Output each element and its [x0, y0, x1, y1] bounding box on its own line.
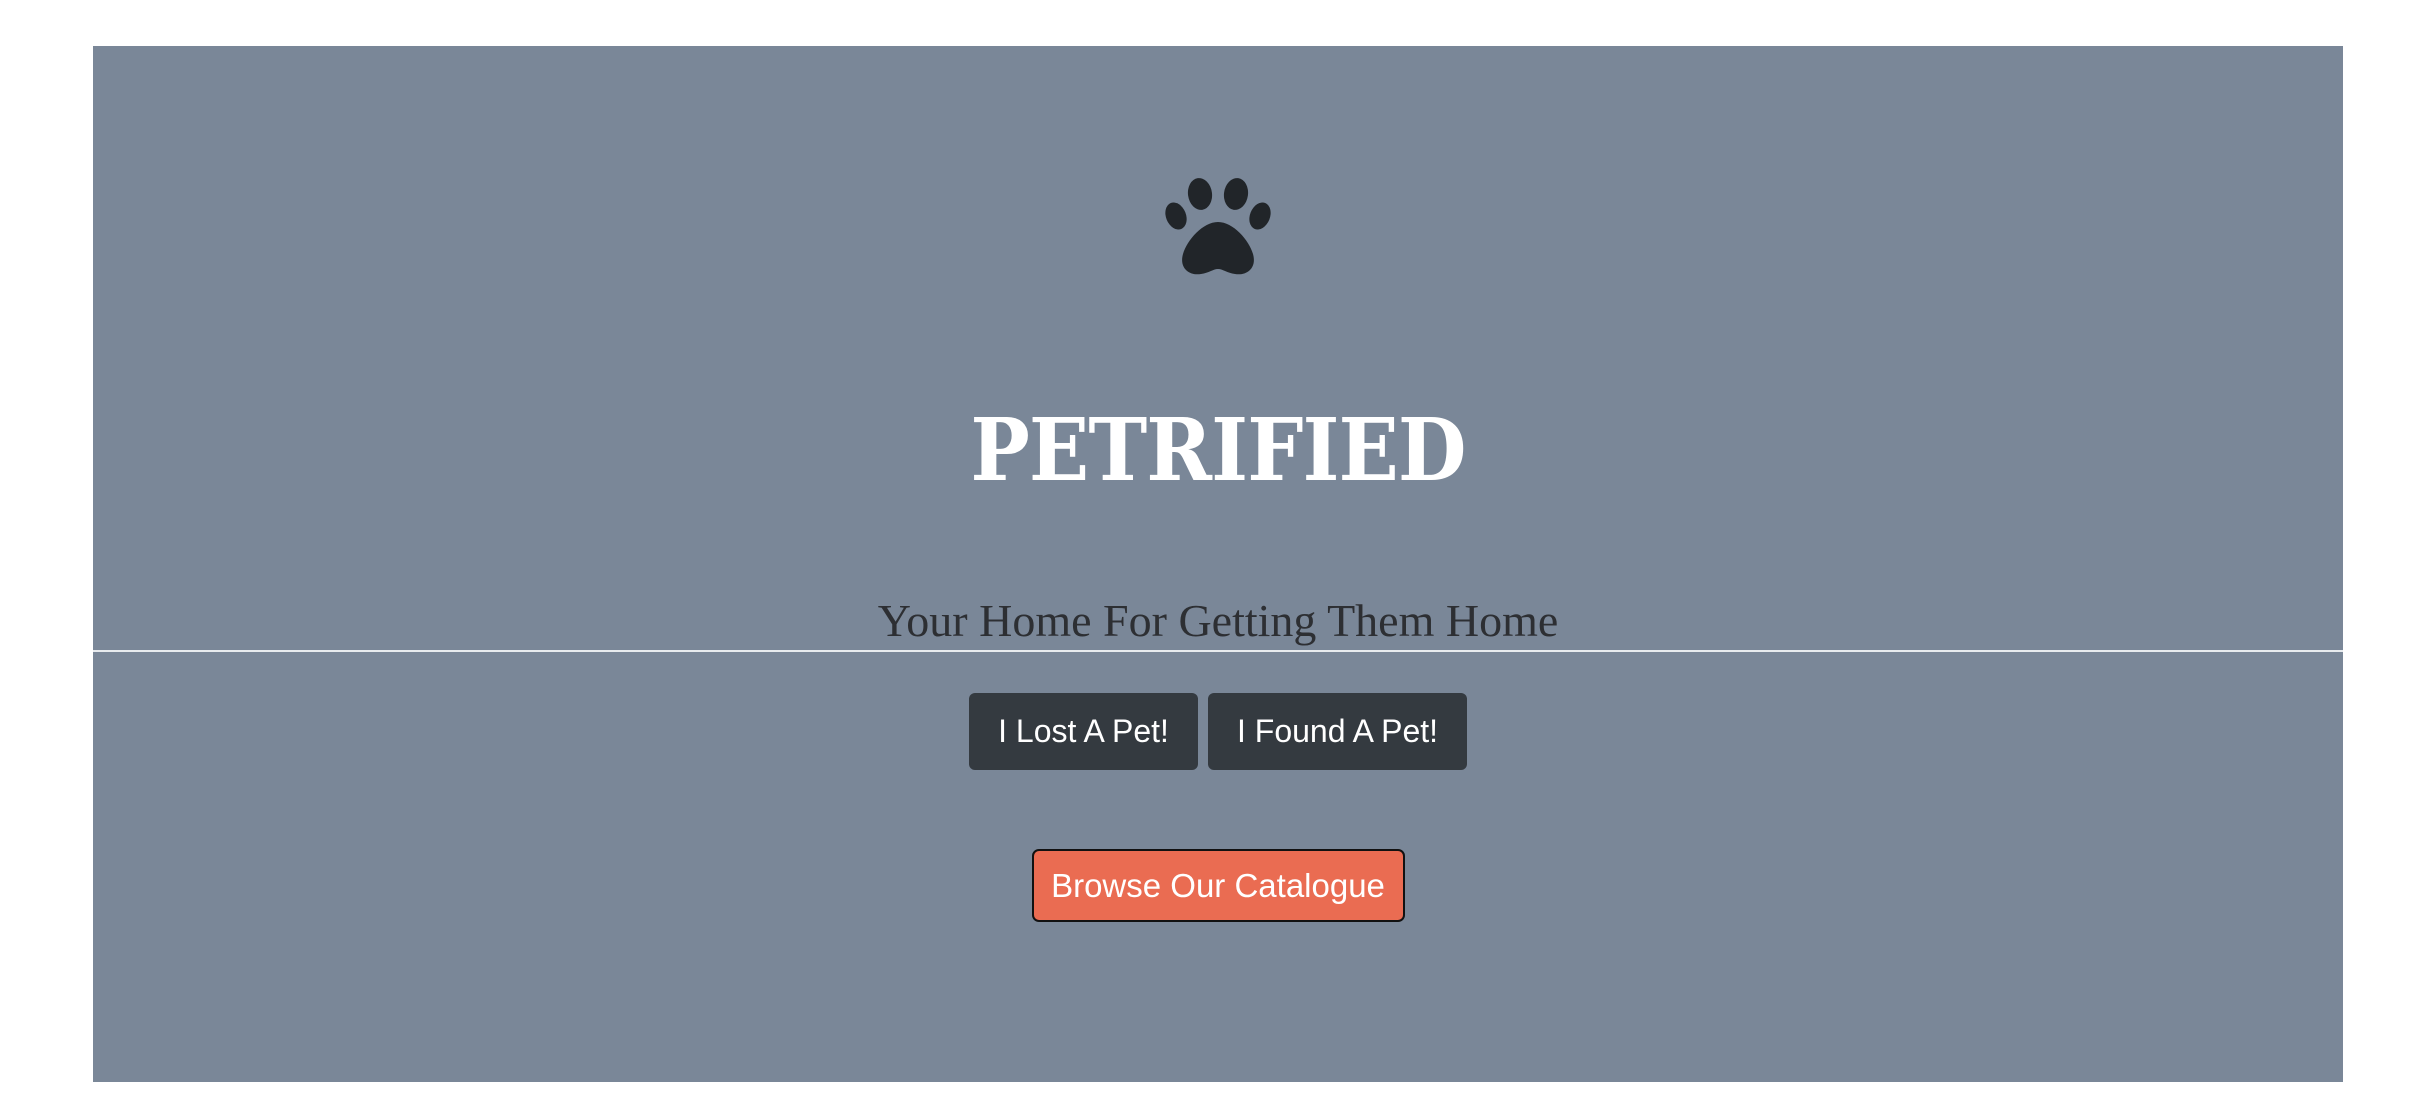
lost-pet-button[interactable]: I Lost A Pet!: [969, 693, 1198, 770]
divider: [93, 650, 2343, 652]
found-pet-button[interactable]: I Found A Pet!: [1208, 693, 1467, 770]
action-buttons: I Lost A Pet! I Found A Pet!: [93, 693, 2343, 770]
browse-catalogue-button[interactable]: Browse Our Catalogue: [1031, 849, 1405, 922]
site-title: PETRIFIED: [970, 400, 1466, 501]
catalogue-row: Browse Our Catalogue: [93, 849, 2343, 922]
paw-icon: [1163, 178, 1273, 278]
tagline: Your Home For Getting Them Home: [877, 595, 1559, 646]
hero-section: PETRIFIED Your Home For Getting Them Hom…: [93, 46, 2343, 1082]
